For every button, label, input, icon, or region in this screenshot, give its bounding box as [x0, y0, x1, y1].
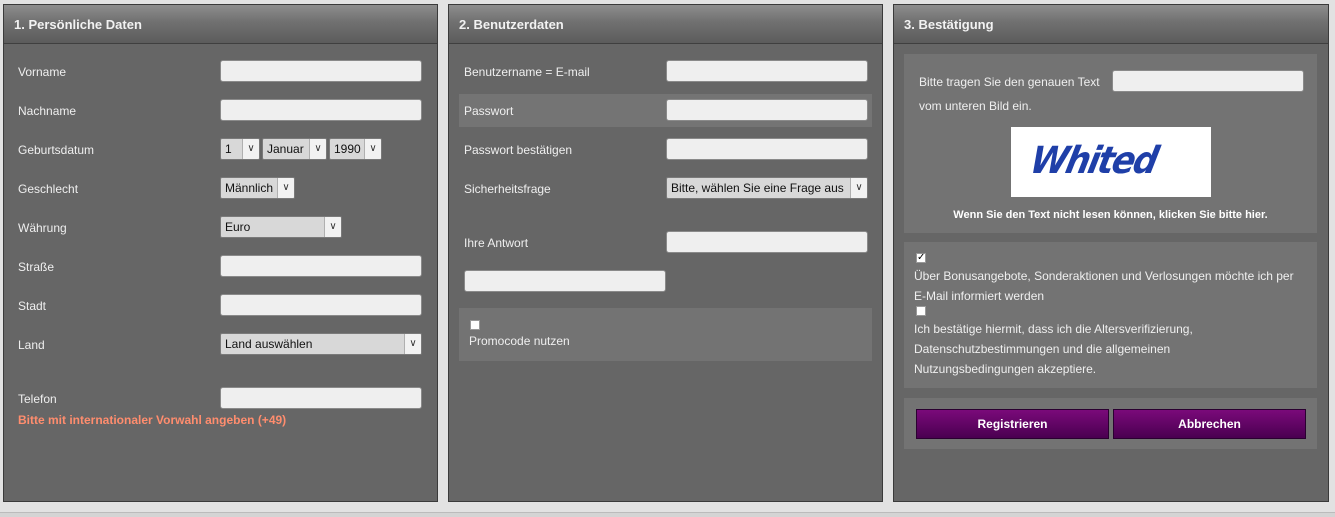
gender-select[interactable]: Männlich ∨ — [220, 177, 295, 199]
birth-day-select[interactable]: 1 ∨ — [220, 138, 260, 160]
currency-label: Währung — [18, 221, 67, 235]
password-confirm-label: Passwort bestätigen — [464, 143, 573, 157]
street-input[interactable] — [220, 255, 422, 277]
promo-box: Promocode nutzen — [459, 308, 872, 361]
birth-month-select[interactable]: Januar ∨ — [262, 138, 327, 160]
security-question-value: Bitte, wählen Sie eine Frage aus — [671, 181, 844, 195]
chevron-down-icon: ∨ — [364, 139, 381, 159]
bottom-scroll-edge — [0, 512, 1335, 517]
password-input[interactable] — [666, 99, 868, 121]
check-icon: ✓ — [917, 252, 926, 263]
security-question-label: Sicherheitsfrage — [464, 182, 551, 196]
birth-year-select[interactable]: 1990 ∨ — [329, 138, 382, 160]
captcha-image: Whited — [1011, 127, 1211, 197]
city-input[interactable] — [220, 294, 422, 316]
gender-value: Männlich — [225, 181, 274, 195]
chevron-down-icon: ∨ — [850, 178, 867, 198]
birth-month-value: Januar — [267, 142, 304, 156]
last-name-label: Nachname — [18, 104, 77, 118]
promocode-input[interactable] — [464, 270, 666, 292]
promo-label: Promocode nutzen — [469, 334, 570, 348]
register-button[interactable]: Registrieren — [916, 409, 1109, 439]
captcha-prompt-line-1: Bitte tragen Sie den genauen Text — [919, 75, 1100, 89]
first-name-input[interactable] — [220, 60, 422, 82]
street-label: Straße — [18, 260, 55, 274]
answer-input[interactable] — [666, 231, 868, 253]
bonus-text-line-1: Über Bonusangebote, Sonderaktionen und V… — [914, 269, 1294, 283]
currency-select[interactable]: Euro ∨ — [220, 216, 342, 238]
terms-text-line-1: Ich bestätige hiermit, dass ich die Alte… — [914, 322, 1193, 336]
birth-year-value: 1990 — [334, 142, 361, 156]
password-confirm-input[interactable] — [666, 138, 868, 160]
captcha-text: Whited — [1026, 139, 1161, 183]
country-value: Land auswählen — [225, 337, 313, 351]
captcha-input[interactable] — [1112, 70, 1304, 92]
captcha-box: Bitte tragen Sie den genauen Text vom un… — [904, 54, 1317, 233]
last-name-input[interactable] — [220, 99, 422, 121]
phone-note: Bitte mit internationaler Vorwahl angebe… — [18, 413, 287, 427]
chevron-down-icon: ∨ — [277, 178, 294, 198]
terms-text-line-3: Nutzungsbedingungen akzeptiere. — [914, 362, 1097, 376]
currency-value: Euro — [225, 220, 251, 234]
country-select[interactable]: Land auswählen ∨ — [220, 333, 422, 355]
chevron-down-icon: ∨ — [324, 217, 341, 237]
user-data-panel: 2. Benutzerdaten Benutzername = E-mail P… — [448, 4, 883, 502]
bonus-text-line-2: E-Mail informiert werden — [914, 289, 1045, 303]
city-label: Stadt — [18, 299, 47, 313]
personal-data-header: 1. Persönliche Daten — [4, 5, 437, 44]
user-data-header: 2. Benutzerdaten — [449, 5, 882, 44]
security-question-select[interactable]: Bitte, wählen Sie eine Frage aus ∨ — [666, 177, 868, 199]
cancel-button[interactable]: Abbrechen — [1113, 409, 1306, 439]
terms-checkbox[interactable] — [916, 306, 926, 316]
captcha-refresh-link[interactable]: Wenn Sie den Text nicht lesen können, kl… — [904, 209, 1317, 221]
country-label: Land — [18, 338, 45, 352]
chevron-down-icon: ∨ — [309, 139, 326, 159]
username-label: Benutzername = E-mail — [464, 65, 590, 79]
chevron-down-icon: ∨ — [242, 139, 259, 159]
chevron-down-icon: ∨ — [404, 334, 421, 354]
confirmation-panel: 3. Bestätigung Bitte tragen Sie den gena… — [893, 4, 1329, 502]
birth-day-value: 1 — [225, 142, 232, 156]
terms-text-line-2: Datenschutzbestimmungen und die allgemei… — [914, 342, 1171, 356]
password-label: Passwort — [464, 104, 514, 118]
phone-input[interactable] — [220, 387, 422, 409]
gender-label: Geschlecht — [18, 182, 79, 196]
bonus-checkbox[interactable]: ✓ — [916, 253, 926, 263]
answer-label: Ihre Antwort — [464, 236, 529, 250]
username-input[interactable] — [666, 60, 868, 82]
captcha-prompt-line-2: vom unteren Bild ein. — [919, 99, 1032, 113]
first-name-label: Vorname — [18, 65, 67, 79]
birthdate-label: Geburtsdatum — [18, 143, 95, 157]
personal-data-panel: 1. Persönliche Daten Vorname Nachname Ge… — [3, 4, 438, 502]
promo-checkbox[interactable] — [470, 320, 480, 330]
phone-label: Telefon — [18, 392, 57, 406]
confirmation-header: 3. Bestätigung — [894, 5, 1328, 44]
consent-box: ✓ Über Bonusangebote, Sonderaktionen und… — [904, 242, 1317, 388]
